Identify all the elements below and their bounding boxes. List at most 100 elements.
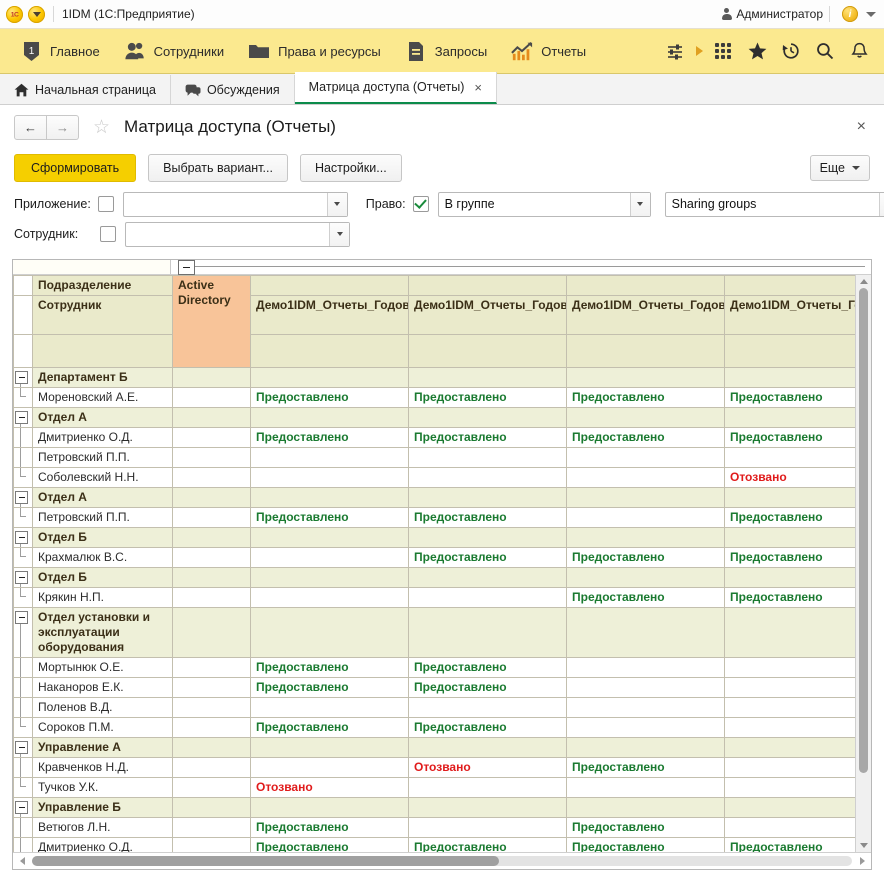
table-group-row[interactable]: Отдел А (14, 408, 856, 428)
horizontal-scrollbar[interactable] (13, 852, 871, 869)
titlebar-chevron-down-icon[interactable] (866, 12, 876, 17)
application-filter-input[interactable] (123, 192, 348, 217)
table-row[interactable]: Тучков У.К.Отозвано (14, 778, 856, 798)
notifications-bell-icon[interactable] (842, 29, 876, 73)
scroll-right-icon[interactable] (856, 853, 868, 869)
table-row[interactable]: Сороков П.М.ПредоставленоПредоставлено (14, 718, 856, 738)
collapse-toggle-icon[interactable] (15, 491, 28, 504)
forward-button[interactable]: → (47, 115, 79, 140)
access-matrix-table: Подразделение Active Directory Сотрудник… (13, 275, 855, 852)
choose-variant-button[interactable]: Выбрать вариант... (148, 154, 288, 182)
table-group-row[interactable]: Отдел Б (14, 568, 856, 588)
sharing-groups-select[interactable]: Sharing groups (665, 192, 884, 217)
collapse-toggle-icon[interactable] (15, 531, 28, 544)
cell-app-2 (409, 368, 567, 388)
table-group-row[interactable]: Департамент Б (14, 368, 856, 388)
collapse-toggle-icon[interactable] (15, 371, 28, 384)
chevron-down-icon[interactable] (327, 193, 347, 216)
generate-button[interactable]: Сформировать (14, 154, 136, 182)
table-row[interactable]: Дмитриенко О.Д.ПредоставленоПредоставлен… (14, 428, 856, 448)
back-button[interactable]: ← (14, 115, 47, 140)
more-menu-button[interactable]: Еще (810, 155, 870, 181)
status-granted: Предоставлено (572, 840, 665, 852)
table-group-row[interactable]: Отдел А (14, 488, 856, 508)
right-filter-select[interactable]: В группе (438, 192, 651, 217)
table-row[interactable]: Ветюгов Л.Н.ПредоставленоПредоставлено (14, 818, 856, 838)
favorites-star-icon[interactable] (740, 29, 774, 73)
right-filter-checkbox[interactable] (413, 196, 429, 212)
scroll-up-icon[interactable] (856, 275, 871, 288)
application-filter-checkbox[interactable] (98, 196, 114, 212)
table-row[interactable]: Крякин Н.П.ПредоставленоПредоставлено (14, 588, 856, 608)
scroll-down-icon[interactable] (856, 839, 871, 852)
close-form-icon[interactable]: × (857, 118, 870, 136)
tab-access-matrix[interactable]: Матрица доступа (Отчеты) × (295, 72, 497, 104)
collapse-toggle-icon[interactable] (15, 411, 28, 424)
cell-app-4 (725, 698, 856, 718)
add-to-favorites-icon[interactable]: ☆ (93, 118, 110, 137)
chevron-down-icon[interactable] (329, 223, 349, 246)
cell-app-3: Предоставлено (567, 588, 725, 608)
vertical-scroll-track[interactable] (856, 288, 871, 839)
menu-item-reports[interactable]: Отчеты (499, 29, 598, 73)
table-row[interactable]: Дмитриенко О.Д.ПредоставленоПредоставлен… (14, 838, 856, 853)
tab-discussions[interactable]: Обсуждения (171, 75, 295, 104)
status-granted: Предоставлено (730, 550, 823, 564)
chevron-down-icon[interactable] (630, 193, 650, 216)
search-icon[interactable] (808, 29, 842, 73)
cell-app-2 (409, 738, 567, 758)
table-group-row[interactable]: Управление Б (14, 798, 856, 818)
main-menu-button[interactable] (28, 6, 45, 23)
cell-app-1: Предоставлено (251, 388, 409, 408)
cell-app-2 (409, 818, 567, 838)
settings-button[interactable]: Настройки... (300, 154, 402, 182)
table-row[interactable]: Петровский П.П.ПредоставленоПредоставлен… (14, 508, 856, 528)
table-row[interactable]: Наканоров Е.К.ПредоставленоПредоставлено (14, 678, 856, 698)
tree-line (20, 548, 21, 557)
menu-item-requests[interactable]: Запросы (393, 29, 499, 73)
scroll-left-icon[interactable] (16, 853, 28, 869)
collapse-toggle-icon[interactable] (15, 571, 28, 584)
collapse-group-toggle[interactable] (178, 260, 195, 275)
history-icon[interactable] (774, 29, 808, 73)
table-row[interactable]: Соболевский Н.Н.Отозвано (14, 468, 856, 488)
menu-item-main[interactable]: 1 Главное (8, 29, 112, 73)
settings-sliders-icon[interactable] (658, 29, 692, 73)
collapse-toggle-icon[interactable] (15, 611, 28, 624)
employee-filter-input[interactable] (125, 222, 350, 247)
vertical-scroll-thumb[interactable] (859, 288, 868, 773)
tree-line (20, 818, 21, 837)
collapse-toggle-icon[interactable] (15, 801, 28, 814)
titlebar-divider (53, 6, 54, 22)
tree-line (20, 468, 21, 477)
table-row[interactable]: Мортынюк О.Е.ПредоставленоПредоставлено (14, 658, 856, 678)
tab-home[interactable]: Начальная страница (0, 75, 171, 104)
table-group-row[interactable]: Отдел Б (14, 528, 856, 548)
current-user[interactable]: Администратор (721, 7, 823, 21)
cell-app-4: Предоставлено (725, 388, 856, 408)
horizontal-scroll-thumb[interactable] (32, 856, 499, 866)
cell-app-3 (567, 468, 725, 488)
table-group-row[interactable]: Управление А (14, 738, 856, 758)
table-row[interactable]: Кравченков Н.Д.ОтозваноПредоставлено (14, 758, 856, 778)
cell-app-1: Предоставлено (251, 428, 409, 448)
application-filter-value (124, 193, 327, 216)
tree-line-cell (14, 468, 33, 488)
apps-grid-icon[interactable] (706, 29, 740, 73)
employee-name-cell: Крахмалюк В.С. (33, 548, 173, 568)
table-group-row[interactable]: Отдел установки и эксплуатации оборудова… (14, 608, 856, 658)
tab-close-icon[interactable]: × (474, 81, 482, 94)
collapse-toggle-icon[interactable] (15, 741, 28, 754)
horizontal-scroll-track[interactable] (32, 856, 852, 866)
chevron-down-icon[interactable] (879, 193, 884, 216)
chevron-right-icon[interactable] (692, 29, 706, 73)
menu-item-employees[interactable]: Сотрудники (112, 29, 236, 73)
table-row[interactable]: Мореновский А.Е.ПредоставленоПредоставле… (14, 388, 856, 408)
menu-item-rights-resources[interactable]: Права и ресурсы (236, 29, 393, 73)
table-row[interactable]: Петровский П.П. (14, 448, 856, 468)
info-icon[interactable]: i (842, 6, 858, 22)
employee-filter-checkbox[interactable] (100, 226, 116, 242)
table-row[interactable]: Поленов В.Д. (14, 698, 856, 718)
table-row[interactable]: Крахмалюк В.С.ПредоставленоПредоставлено… (14, 548, 856, 568)
vertical-scrollbar[interactable] (855, 275, 871, 852)
